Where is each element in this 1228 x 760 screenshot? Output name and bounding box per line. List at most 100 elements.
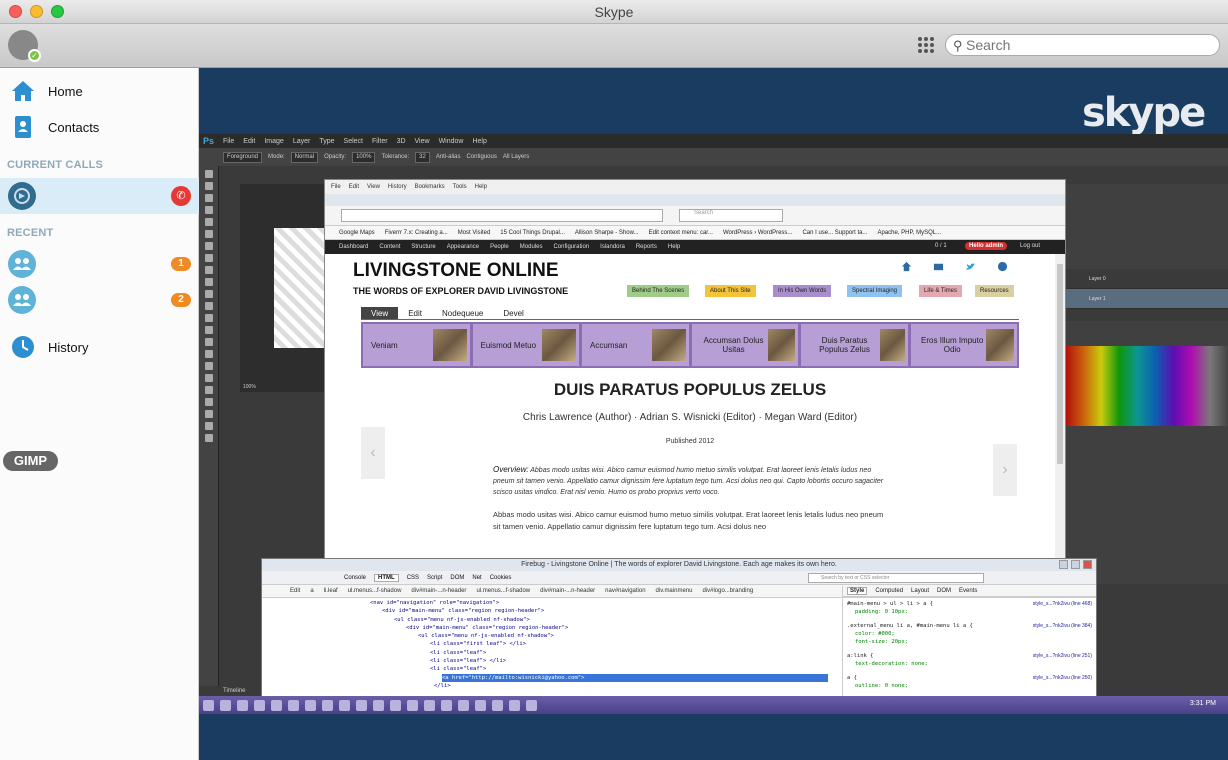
bookmark[interactable]: Most Visited: [458, 230, 491, 236]
css-rule[interactable]: a:link { text-decoration: none; style_s.…: [843, 649, 1096, 671]
bookmark[interactable]: Edit context menu: car...: [649, 230, 713, 236]
css-property[interactable]: color: #000;: [847, 630, 1092, 638]
prev-arrow-icon[interactable]: ‹: [361, 427, 385, 479]
antialias-checkbox[interactable]: Anti-alias: [436, 154, 461, 160]
minimize-icon[interactable]: [1059, 560, 1068, 569]
firebug-search-input[interactable]: Search by text or CSS selector: [808, 573, 984, 583]
search-input[interactable]: [966, 37, 1206, 53]
end-call-button[interactable]: ✆: [171, 186, 191, 206]
carousel-item[interactable]: Euismod Metuo: [472, 324, 579, 366]
admin-menu-item[interactable]: Help: [668, 244, 680, 250]
taskbar-app-icon[interactable]: [271, 699, 282, 711]
menu-item[interactable]: Type: [319, 138, 334, 145]
browser-search[interactable]: Search: [679, 209, 783, 222]
tab-console[interactable]: Console: [344, 575, 366, 581]
css-property[interactable]: text-decoration: none;: [847, 660, 1092, 668]
taskbar-app-icon[interactable]: [492, 699, 503, 711]
hello-admin-link[interactable]: Hello admin: [965, 242, 1008, 250]
search-box[interactable]: ⚲: [945, 34, 1220, 56]
taskbar-app-icon[interactable]: [339, 699, 350, 711]
admin-menu-item[interactable]: Islandora: [600, 244, 625, 250]
carousel-item[interactable]: Veniam: [363, 324, 470, 366]
css-rule[interactable]: .external_menu li a, #main-menu li a { c…: [843, 619, 1096, 649]
carousel-item[interactable]: Accumsan: [582, 324, 689, 366]
admin-menu-item[interactable]: Appearance: [447, 244, 479, 250]
menu-item[interactable]: Help: [472, 138, 486, 145]
html-node-selected[interactable]: <a href="http://mailto:wisnicki@yahoo.co…: [442, 673, 828, 682]
user-avatar[interactable]: ✓: [8, 30, 41, 62]
wordpress-icon[interactable]: [997, 261, 1008, 272]
recent-item[interactable]: 2: [0, 282, 199, 318]
crumb[interactable]: a: [310, 588, 313, 594]
crumb[interactable]: div.mainmenu: [656, 588, 693, 594]
admin-menu-item[interactable]: Content: [379, 244, 400, 250]
taskbar-app-icon[interactable]: [475, 699, 486, 711]
mode-select[interactable]: Normal: [290, 151, 319, 163]
crumb[interactable]: Edit: [290, 588, 300, 594]
taskbar-app-icon[interactable]: [305, 699, 316, 711]
bookmark[interactable]: Can I use... Support ta...: [802, 230, 867, 236]
layer-row[interactable]: Layer 0: [1065, 269, 1228, 289]
css-rule[interactable]: #main-menu > ul > li > a { padding: 0 10…: [843, 597, 1096, 619]
crumb[interactable]: div#logo...branding: [702, 588, 753, 594]
tab-dom[interactable]: DOM: [937, 588, 951, 594]
swatches-panel[interactable]: [1065, 346, 1228, 426]
twitter-icon[interactable]: [965, 261, 976, 272]
taskbar-app-icon[interactable]: [373, 699, 384, 711]
header-button[interactable]: Spectral Imaging: [847, 285, 903, 297]
crumb[interactable]: div#main-...n-header: [411, 588, 466, 594]
admin-menu-item[interactable]: Dashboard: [339, 244, 368, 250]
browser-scrollbar[interactable]: [1055, 254, 1065, 560]
css-property[interactable]: outline: 0 none;: [847, 682, 1092, 690]
preset-select[interactable]: Foreground: [223, 151, 263, 163]
crumb[interactable]: ul.menus...f-shadow: [476, 588, 530, 594]
menu-item[interactable]: Select: [344, 138, 363, 145]
menu-item[interactable]: Help: [475, 184, 487, 190]
start-button-icon[interactable]: [203, 699, 214, 711]
logout-link[interactable]: Log out: [1020, 243, 1040, 249]
taskbar-app-icon[interactable]: [237, 699, 248, 711]
tab-events[interactable]: Events: [959, 588, 977, 594]
opacity-field[interactable]: 100%: [352, 151, 376, 163]
recent-item[interactable]: 1: [0, 246, 199, 282]
admin-menu-item[interactable]: Reports: [636, 244, 657, 250]
menu-item[interactable]: Bookmarks: [415, 184, 445, 190]
menu-item[interactable]: Edit: [349, 184, 359, 190]
header-button[interactable]: About This Site: [705, 285, 756, 297]
menu-item[interactable]: Tools: [453, 184, 467, 190]
photoshop-canvas[interactable]: 100%: [240, 184, 326, 392]
tab-style[interactable]: Style: [847, 587, 868, 595]
tab-layout[interactable]: Layout: [911, 588, 929, 594]
taskbar-app-icon[interactable]: [407, 699, 418, 711]
taskbar-app-icon[interactable]: [458, 699, 469, 711]
taskbar-app-icon[interactable]: [424, 699, 435, 711]
shared-screen[interactable]: Ps File Edit Image Layer Type Select Fil…: [199, 134, 1228, 714]
css-source-link[interactable]: style_s...?nk2ivu (line 384): [1033, 622, 1092, 630]
taskbar-app-icon[interactable]: [322, 699, 333, 711]
sidebar-item-contacts[interactable]: Contacts: [0, 110, 199, 144]
carousel-item[interactable]: Eros Illum Imputo Odio: [910, 324, 1017, 366]
layer-row[interactable]: Layer 1: [1065, 289, 1228, 309]
html-node[interactable]: <li class="leaf">: [262, 649, 840, 657]
menu-item[interactable]: Image: [264, 138, 283, 145]
tab-net[interactable]: Net: [472, 575, 481, 581]
carousel-item[interactable]: Duis Paratus Populus Zelus: [801, 324, 908, 366]
taskbar-app-icon[interactable]: [509, 699, 520, 711]
menu-item[interactable]: Filter: [372, 138, 388, 145]
menu-item[interactable]: History: [388, 184, 407, 190]
css-source-link[interactable]: style_s...?nk2ivu (line 251): [1033, 652, 1092, 660]
menu-item[interactable]: Window: [439, 138, 464, 145]
taskbar-app-icon[interactable]: [220, 699, 231, 711]
crumb[interactable]: li.leaf: [324, 588, 338, 594]
css-property[interactable]: padding: 0 10px;: [847, 608, 1092, 616]
html-node[interactable]: <nav id="navigation" role="navigation">: [262, 599, 840, 607]
menu-item[interactable]: File: [331, 184, 341, 190]
tab-html[interactable]: HTML: [374, 573, 399, 582]
admin-menu-item[interactable]: Configuration: [553, 244, 589, 250]
taskbar-app-icon[interactable]: [288, 699, 299, 711]
tab-computed[interactable]: Computed: [875, 588, 903, 594]
sidebar-item-history[interactable]: History: [0, 330, 199, 364]
header-button[interactable]: In His Own Words: [773, 285, 832, 297]
css-source-link[interactable]: style_s...?nk2ivu (line 468): [1033, 600, 1092, 608]
bookmark[interactable]: Apache, PHP, MySQL...: [877, 230, 941, 236]
